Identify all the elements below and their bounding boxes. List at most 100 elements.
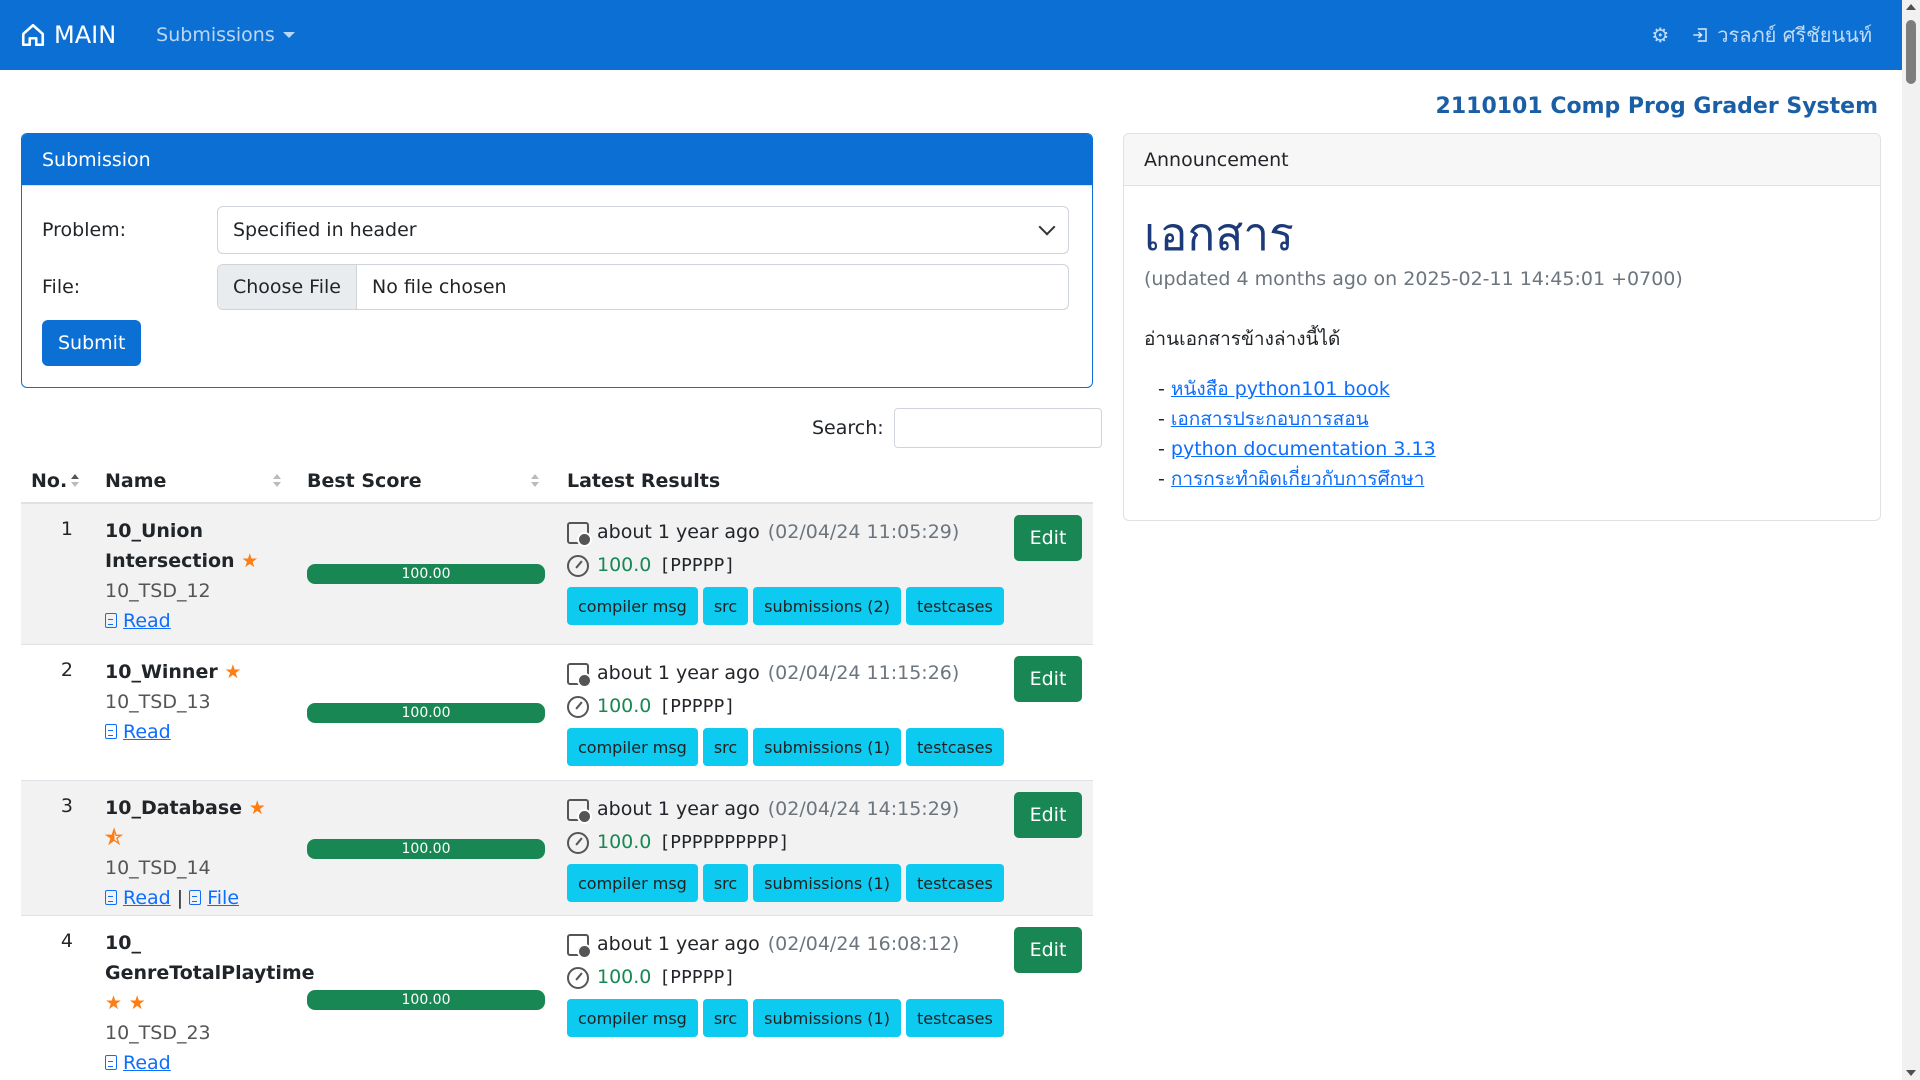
result-score: 100.0 bbox=[597, 554, 652, 576]
announcement-title: เอกสาร bbox=[1144, 207, 1294, 261]
scroll-up-arrow-icon[interactable] bbox=[1906, 4, 1916, 10]
vertical-scrollbar[interactable] bbox=[1902, 0, 1920, 1080]
site-title: 2110101 Comp Prog Grader System bbox=[1435, 94, 1878, 119]
speedometer-icon bbox=[567, 966, 589, 989]
latest-result-cell: about 1 year ago (02/04/24 11:15:26) 100.… bbox=[567, 657, 1004, 766]
search-bar: Search: bbox=[812, 408, 1102, 448]
compiler-msg-button[interactable]: compiler msg bbox=[567, 728, 698, 766]
logout-icon bbox=[1693, 28, 1708, 42]
table-row: 2 10_Winner ★ 10_TSD_13 Read 100.00 abou… bbox=[21, 645, 1093, 781]
submission-card-header: Submission bbox=[22, 134, 1092, 186]
result-verdict: [PPPPP] bbox=[659, 555, 736, 576]
edit-button[interactable]: Edit bbox=[1014, 792, 1082, 838]
file-link[interactable]: File bbox=[189, 887, 239, 909]
problems-table: No. Name Best Score Latest Results 1 10_… bbox=[21, 458, 1093, 1080]
compiler-msg-button[interactable]: compiler msg bbox=[567, 864, 698, 902]
file-row: File: Choose File No file chosen bbox=[42, 264, 1069, 310]
user-logout-link[interactable]: วรลภย์ ศรีชัยนนท์ bbox=[1691, 19, 1872, 51]
doc-link-python-docs[interactable]: python documentation 3.13 bbox=[1171, 438, 1436, 460]
search-input[interactable] bbox=[893, 408, 1102, 448]
problem-code: 10_TSD_14 bbox=[105, 857, 211, 879]
star-icon: ★ ★ bbox=[105, 992, 146, 1014]
read-link[interactable]: Read bbox=[105, 1052, 171, 1074]
best-score-bar: 100.00 bbox=[307, 839, 545, 859]
src-button[interactable]: src bbox=[702, 587, 749, 625]
result-score: 100.0 bbox=[597, 831, 652, 853]
document-icon bbox=[105, 724, 117, 739]
result-timestamp: (02/04/24 14:15:29) bbox=[767, 798, 960, 820]
announcement-intro: อ่านเอกสารข้างล่างนี้ได้ bbox=[1144, 328, 1341, 350]
table-row: 4 10_ GenreTotalPlaytime ★ ★ 10_TSD_23 Rea… bbox=[21, 916, 1093, 1080]
chevron-down-icon bbox=[1038, 218, 1056, 236]
col-header-best-score[interactable]: Best Score bbox=[307, 470, 422, 492]
result-ago: about 1 year ago bbox=[597, 662, 760, 684]
compiler-msg-button[interactable]: compiler msg bbox=[567, 587, 698, 625]
list-item: - เอกสารประกอบการสอน bbox=[1158, 408, 1369, 430]
table-header: No. Name Best Score Latest Results bbox=[21, 458, 1093, 504]
read-link[interactable]: Read bbox=[105, 887, 171, 909]
read-link[interactable]: Read bbox=[105, 721, 171, 743]
result-verdict: [PPPPP] bbox=[659, 696, 736, 717]
edit-button[interactable]: Edit bbox=[1014, 656, 1082, 702]
submissions-button[interactable]: submissions (2) bbox=[753, 587, 901, 625]
problem-name: 10_Database ★ ⯪ bbox=[105, 797, 266, 849]
col-header-no[interactable]: No. bbox=[31, 470, 67, 492]
table-row: 3 10_Database ★ ⯪ 10_TSD_14 Read | File … bbox=[21, 781, 1093, 916]
latest-result-cell: about 1 year ago (02/04/24 14:15:29) 100.… bbox=[567, 793, 1004, 902]
result-score: 100.0 bbox=[597, 966, 652, 988]
problem-name-cell: 10_Winner ★ 10_TSD_13 Read bbox=[105, 657, 280, 747]
testcases-button[interactable]: testcases bbox=[905, 587, 1004, 625]
problem-code: 10_TSD_13 bbox=[105, 691, 211, 713]
scroll-down-arrow-icon[interactable] bbox=[1906, 1070, 1916, 1076]
choose-file-button[interactable]: Choose File bbox=[218, 265, 357, 309]
col-header-name[interactable]: Name bbox=[105, 470, 166, 492]
problem-select[interactable]: Specified in header bbox=[217, 206, 1069, 254]
row-number: 3 bbox=[60, 795, 73, 817]
brand-link[interactable]: MAIN bbox=[20, 21, 116, 49]
submissions-button[interactable]: submissions (1) bbox=[753, 864, 901, 902]
testcases-button[interactable]: testcases bbox=[905, 864, 1004, 902]
announcement-updated: (updated 4 months ago on 2025-02-11 14:4… bbox=[1144, 268, 1683, 290]
edit-button[interactable]: Edit bbox=[1014, 927, 1082, 973]
submissions-button[interactable]: submissions (1) bbox=[753, 999, 901, 1037]
doc-link-teaching-materials[interactable]: เอกสารประกอบการสอน bbox=[1171, 408, 1369, 430]
result-timestamp: (02/04/24 11:15:26) bbox=[767, 662, 960, 684]
submissions-button[interactable]: submissions (1) bbox=[753, 728, 901, 766]
result-score: 100.0 bbox=[597, 695, 652, 717]
problem-name-cell: 10_Database ★ ⯪ 10_TSD_14 Read | File bbox=[105, 793, 280, 913]
result-timestamp: (02/04/24 16:08:12) bbox=[767, 933, 960, 955]
document-icon bbox=[105, 890, 117, 905]
scrollbar-thumb[interactable] bbox=[1906, 20, 1916, 84]
row-number: 4 bbox=[60, 930, 73, 952]
table-row: 1 10_Union Intersection ★ 10_TSD_12 Read … bbox=[21, 504, 1093, 645]
gear-icon[interactable]: ⚙ bbox=[1651, 23, 1669, 47]
doc-link-book[interactable]: หนังสือ python101 book bbox=[1171, 378, 1390, 400]
problem-name-cell: 10_ GenreTotalPlaytime ★ ★ 10_TSD_23 Read bbox=[105, 928, 315, 1078]
compiler-msg-button[interactable]: compiler msg bbox=[567, 999, 698, 1037]
best-score-bar: 100.00 bbox=[307, 564, 545, 584]
row-number: 1 bbox=[60, 518, 73, 540]
file-download-icon bbox=[189, 890, 202, 905]
file-status: No file chosen bbox=[371, 276, 507, 298]
src-button[interactable]: src bbox=[702, 864, 749, 902]
submission-card: Submission Problem: Specified in header … bbox=[21, 133, 1093, 388]
calendar-clock-icon bbox=[567, 933, 592, 959]
file-input[interactable]: Choose File No file chosen bbox=[217, 264, 1069, 310]
announcement-card-header: Announcement bbox=[1124, 134, 1880, 186]
edit-button[interactable]: Edit bbox=[1014, 515, 1082, 561]
problem-row: Problem: Specified in header bbox=[42, 206, 1069, 254]
submit-button[interactable]: Submit bbox=[42, 320, 142, 366]
calendar-clock-icon bbox=[567, 798, 592, 824]
announcement-card: Announcement เอกสาร (updated 4 months ag… bbox=[1123, 133, 1881, 521]
brand-label: MAIN bbox=[54, 21, 117, 49]
submissions-dropdown[interactable]: Submissions bbox=[156, 24, 295, 46]
src-button[interactable]: src bbox=[702, 999, 749, 1037]
document-icon bbox=[105, 613, 117, 628]
doc-link-academic-misconduct[interactable]: การกระทำผิดเกี่ยวกับการศึกษา bbox=[1171, 468, 1424, 490]
read-link[interactable]: Read bbox=[105, 610, 171, 632]
testcases-button[interactable]: testcases bbox=[905, 728, 1004, 766]
testcases-button[interactable]: testcases bbox=[905, 999, 1004, 1037]
src-button[interactable]: src bbox=[702, 728, 749, 766]
problem-name: 10_ GenreTotalPlaytime ★ ★ bbox=[105, 932, 315, 1014]
problem-name-cell: 10_Union Intersection ★ 10_TSD_12 Read bbox=[105, 516, 280, 636]
